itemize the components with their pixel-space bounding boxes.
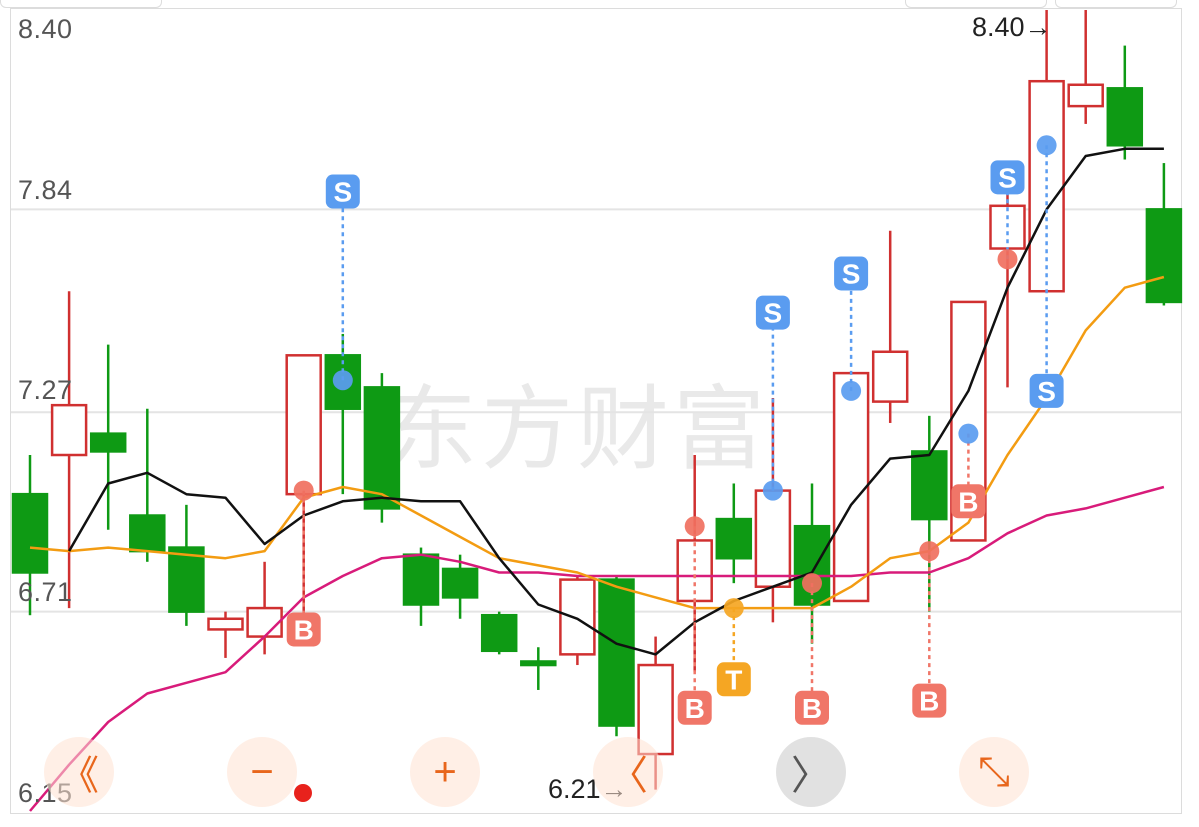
signal-badge-b-2: B <box>677 690 712 725</box>
candle-3 <box>129 408 166 562</box>
candle-body <box>11 492 49 574</box>
y-label-2: 7.84 <box>18 175 73 205</box>
signal-badge-s-4: S <box>755 295 790 330</box>
candle-body <box>363 386 401 510</box>
candle-body <box>129 514 166 553</box>
signal-badge-s-9: S <box>990 160 1025 195</box>
candle-28 <box>1106 45 1144 160</box>
candle-body <box>480 613 518 653</box>
signal-badge-label: S <box>1037 376 1056 407</box>
signal-badge-label: S <box>842 258 861 289</box>
candle-body <box>559 578 596 656</box>
candle-27 <box>1067 10 1104 124</box>
next-button[interactable]: 〉 <box>776 737 846 807</box>
candle-body <box>1145 208 1183 304</box>
zoom-out-button[interactable]: − <box>227 737 297 807</box>
candle-22 <box>871 230 909 423</box>
candle-15 <box>598 576 635 737</box>
candle-body <box>89 432 127 453</box>
candle-6 <box>246 561 283 655</box>
signal-badge-label: B <box>958 486 978 517</box>
high-price-marker: 8.40→ <box>972 12 1052 42</box>
rewind-button[interactable]: 《 <box>44 737 114 807</box>
candle-23 <box>911 415 948 612</box>
candle-12 <box>480 611 518 655</box>
candle-29 <box>1145 163 1183 306</box>
trade-point-buy-7 <box>919 541 940 562</box>
signal-badge-b-8: B <box>951 484 986 519</box>
candle-4 <box>168 504 205 626</box>
candle-body <box>207 617 244 631</box>
candle-body <box>598 578 635 727</box>
trade-point-sell-4 <box>762 480 783 501</box>
candle-body <box>246 606 283 638</box>
signal-badge-b-0: B <box>286 612 321 647</box>
candle-body <box>168 546 205 613</box>
trade-point-sell-10 <box>1036 135 1057 156</box>
candle-body <box>1067 83 1104 108</box>
candlestick-chart[interactable]: BSBTSBSBBSS <box>0 0 1199 827</box>
candle-body <box>911 450 948 521</box>
zoom-in-button[interactable]: + <box>410 737 480 807</box>
candle-13 <box>520 647 557 690</box>
candle-body <box>1106 87 1144 147</box>
candle-body <box>832 371 870 603</box>
prev-button[interactable]: 〈 <box>593 737 663 807</box>
candle-body <box>441 567 479 599</box>
signal-badge-label: B <box>919 686 939 717</box>
trade-point-sell-8 <box>958 423 979 444</box>
trade-point-buy-2 <box>684 516 705 537</box>
signal-badge-label: S <box>998 162 1017 193</box>
signal-badge-label: S <box>764 298 783 329</box>
signal-badge-s-6: S <box>834 256 869 291</box>
signal-badge-s-1: S <box>325 174 360 209</box>
y-label-4: 6.71 <box>18 577 73 607</box>
candle-1 <box>50 291 88 609</box>
trade-point-t-3 <box>723 598 744 619</box>
signal-badge-label: S <box>333 177 352 208</box>
candle-body <box>715 517 753 560</box>
y-label-top: 8.40 <box>18 14 73 44</box>
notification-dot <box>294 784 312 802</box>
candle-body <box>520 660 557 667</box>
candle-body <box>285 354 322 496</box>
candle-14 <box>559 576 596 666</box>
trade-point-buy-0 <box>293 480 314 501</box>
y-label-3: 7.27 <box>18 375 73 405</box>
signal-badge-label: B <box>294 614 314 645</box>
candle-18 <box>715 483 753 584</box>
trade-point-sell-6 <box>841 380 862 401</box>
expand-button[interactable]: ⤡ <box>959 737 1029 807</box>
signal-badge-s-10: S <box>1029 373 1064 408</box>
candle-body <box>871 350 909 403</box>
candle-body <box>754 489 792 588</box>
trade-point-sell-1 <box>332 370 353 391</box>
candle-5 <box>207 611 244 658</box>
trade-point-buy-5 <box>802 573 822 594</box>
candle-10 <box>402 547 440 626</box>
candle-8 <box>324 333 362 495</box>
signal-badge-b-5: B <box>795 690 829 725</box>
candle-body <box>402 553 440 606</box>
trade-point-buy-9 <box>997 249 1018 270</box>
signal-badge-label: B <box>802 693 822 724</box>
signal-badge-label: B <box>685 693 705 724</box>
candle-21 <box>832 371 870 603</box>
signal-badge-t-3: T <box>716 662 751 697</box>
candle-body <box>50 403 88 457</box>
signal-badge-b-7: B <box>912 683 947 718</box>
candle-20 <box>793 483 831 644</box>
signal-badge-label: T <box>725 664 742 695</box>
